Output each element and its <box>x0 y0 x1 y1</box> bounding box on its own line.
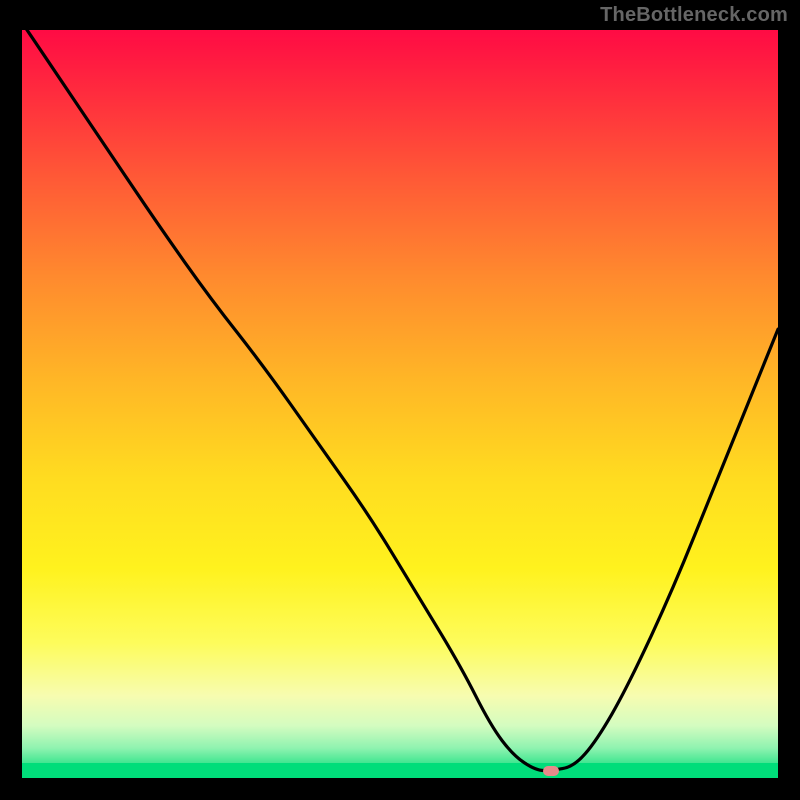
optimal-marker <box>543 766 559 776</box>
plot-area <box>22 30 778 778</box>
chart-frame: TheBottleneck.com <box>0 0 800 800</box>
watermark-text: TheBottleneck.com <box>600 4 788 27</box>
bottleneck-curve <box>22 30 778 778</box>
